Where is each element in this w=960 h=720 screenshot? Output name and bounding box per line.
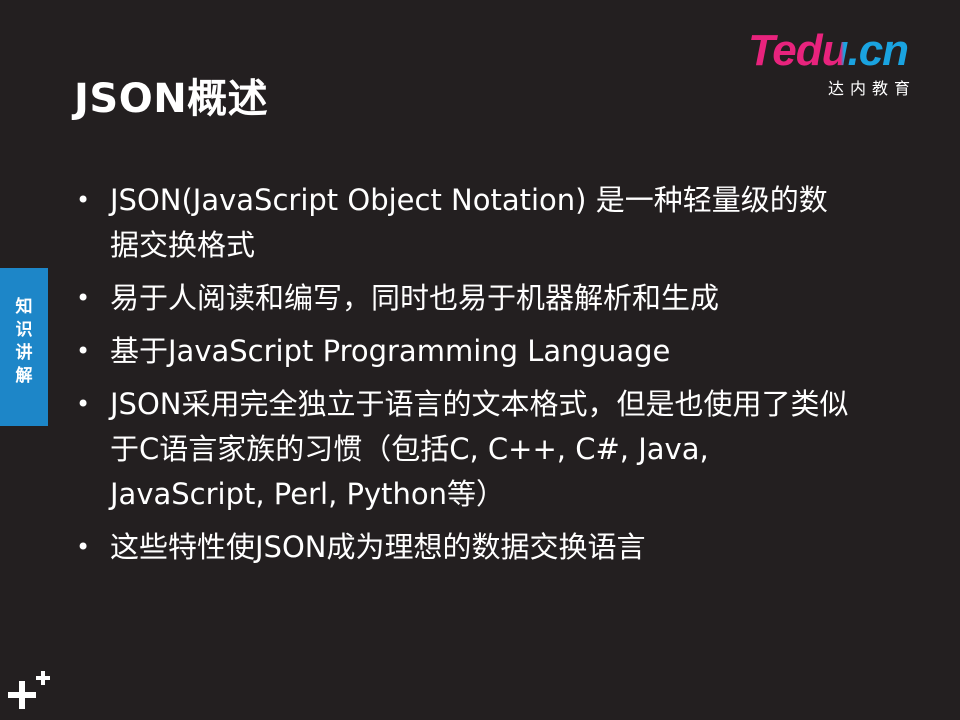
bullet-text: JSON采用完全独立于语言的文本格式，但是也使用了类似于C语言家族的习惯（包括C… xyxy=(110,387,849,511)
bullet-dot-icon: • xyxy=(76,186,91,214)
bullet-text: 这些特性使JSON成为理想的数据交换语言 xyxy=(110,530,646,564)
section-tab: 知识讲解 xyxy=(0,268,48,426)
plus-icon xyxy=(8,671,50,709)
bullet-dot-icon: • xyxy=(76,390,91,418)
logo-wordmark: Tedu.cn xyxy=(748,26,909,75)
bullet-item: • 这些特性使JSON成为理想的数据交换语言 xyxy=(72,525,852,570)
bullet-list: • JSON(JavaScript Object Notation) 是一种轻量… xyxy=(72,178,852,578)
section-tab-label: 知识讲解 xyxy=(15,297,33,386)
bullet-text: 基于JavaScript Programming Language xyxy=(110,334,671,368)
bullet-dot-icon: • xyxy=(76,284,91,312)
bullet-dot-icon: • xyxy=(76,337,91,365)
bullet-item: • JSON(JavaScript Object Notation) 是一种轻量… xyxy=(72,178,852,268)
bullet-dot-icon: • xyxy=(76,533,91,561)
bullet-item: • 易于人阅读和编写，同时也易于机器解析和生成 xyxy=(72,276,852,321)
bullet-item: • JSON采用完全独立于语言的文本格式，但是也使用了类似于C语言家族的习惯（包… xyxy=(72,382,852,517)
slide: JSON概述 Tedu.cn 达内教育 知识讲解 • JSON(JavaScri… xyxy=(0,0,960,720)
bullet-text: JSON(JavaScript Object Notation) 是一种轻量级的… xyxy=(110,183,828,262)
logo-subtitle: 达内教育 xyxy=(828,79,917,98)
bullet-item: • 基于JavaScript Programming Language xyxy=(72,329,852,374)
tedu-logo: Tedu.cn 达内教育 xyxy=(748,26,928,98)
slide-title: JSON概述 xyxy=(74,76,269,122)
bullet-text: 易于人阅读和编写，同时也易于机器解析和生成 xyxy=(110,281,720,315)
